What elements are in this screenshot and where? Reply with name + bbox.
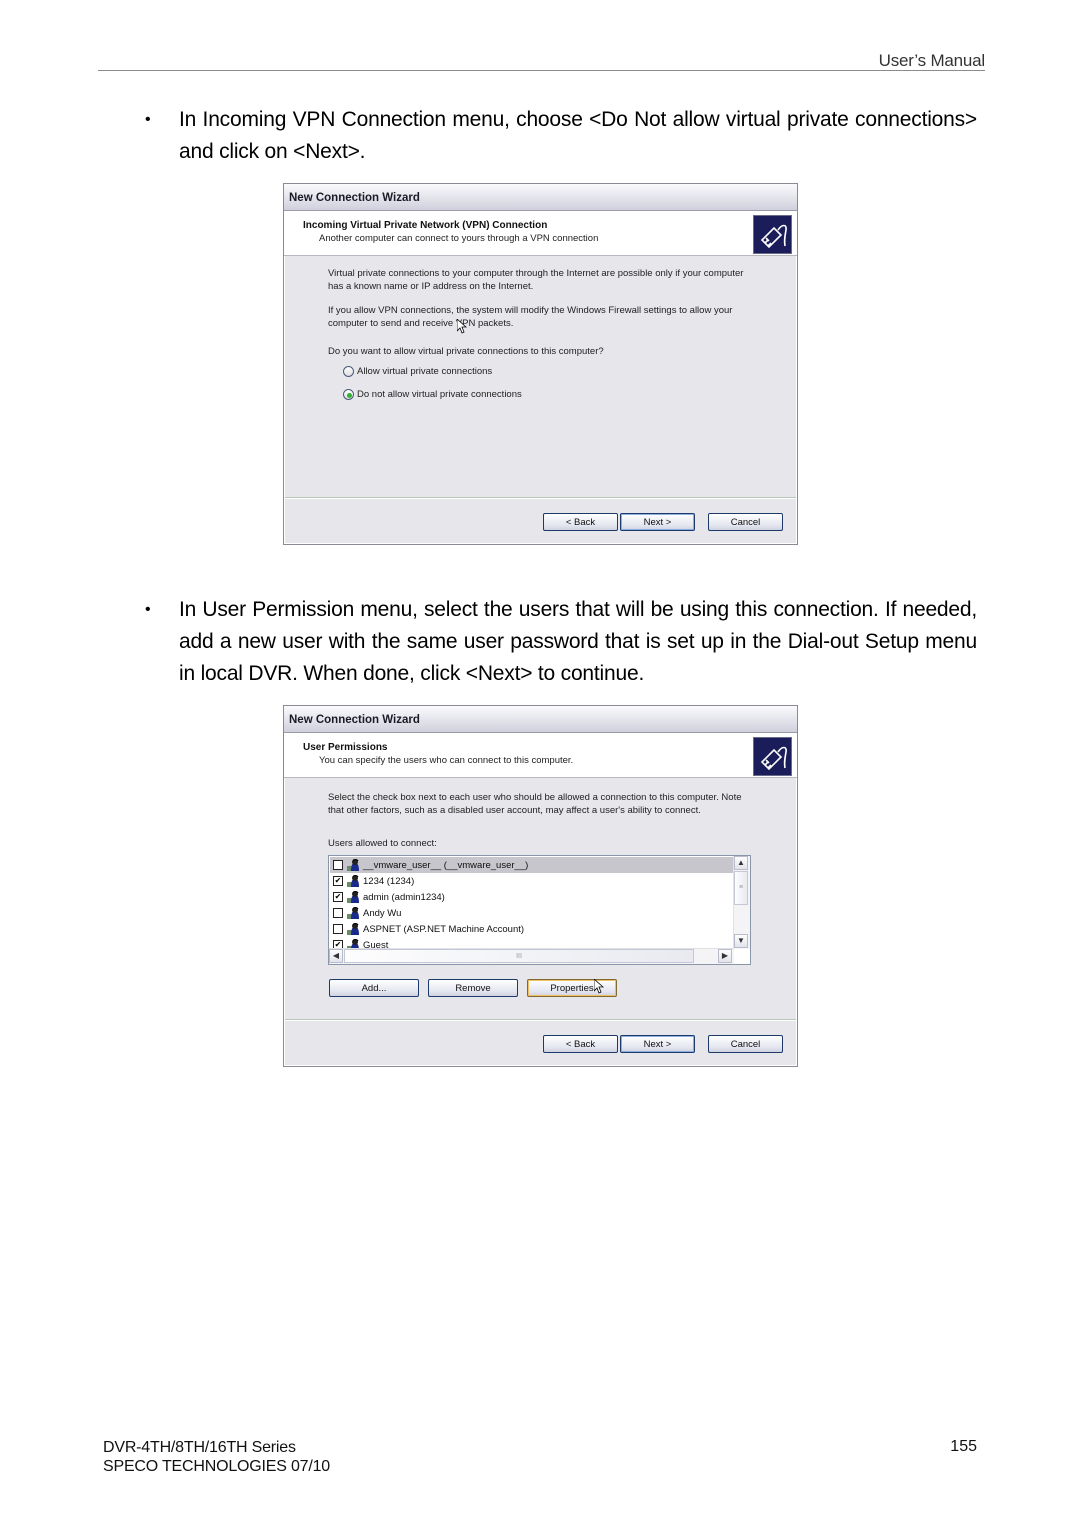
footer-divider: [285, 1019, 796, 1021]
radio-do-not-allow-vpn[interactable]: Do not allow virtual private connections: [343, 389, 522, 400]
scroll-down-button[interactable]: ▼: [734, 934, 748, 948]
wizard-step-subtitle: You can specify the users who can connec…: [319, 755, 574, 766]
user-list-item[interactable]: ASPNET (ASP.NET Machine Account): [330, 921, 734, 937]
radio-allow-vpn[interactable]: Allow virtual private connections: [343, 366, 492, 377]
instruction-text: In User Permission menu, select the user…: [179, 598, 977, 685]
checkbox-unchecked[interactable]: [333, 860, 343, 870]
user-name: __vmware_user__ (__vmware_user__): [363, 859, 529, 871]
bullet-icon: •: [145, 601, 151, 618]
bullet-icon: •: [145, 111, 151, 128]
horizontal-scrollbar[interactable]: ◀ III ▶: [329, 948, 734, 964]
user-account-icon: [346, 890, 360, 904]
radio-button-unselected[interactable]: [343, 366, 354, 377]
running-header-title: User’s Manual: [878, 51, 986, 70]
radio-label: Allow virtual private connections: [357, 366, 493, 377]
header-rule: [98, 70, 985, 71]
add-user-button[interactable]: Add...: [329, 979, 419, 997]
user-list-item[interactable]: __vmware_user__ (__vmware_user__): [330, 857, 734, 873]
wizard-header: User Permissions You can specify the use…: [284, 733, 797, 778]
back-button[interactable]: < Back: [543, 513, 618, 531]
checkbox-unchecked[interactable]: [333, 908, 343, 918]
horizontal-scroll-thumb[interactable]: III: [344, 949, 694, 963]
instruction-paragraph-users: • In User Permission menu, select the us…: [145, 594, 977, 690]
instruction-text: In Incoming VPN Connection menu, choose …: [179, 108, 977, 163]
vpn-connection-wizard-window: New Connection Wizard Incoming Virtual P…: [283, 183, 798, 545]
company-date: SPECO TECHNOLOGIES 07/10: [103, 1458, 330, 1475]
checkbox-unchecked[interactable]: [333, 924, 343, 934]
user-account-icon: [346, 922, 360, 936]
user-name: ASPNET (ASP.NET Machine Account): [363, 923, 525, 935]
product-series: DVR-4TH/8TH/16TH Series: [103, 1439, 296, 1456]
instruction-paragraph-vpn: • In Incoming VPN Connection menu, choos…: [145, 104, 977, 168]
question-text: Do you want to allow virtual private con…: [328, 346, 604, 357]
mouse-cursor-icon: [457, 319, 467, 334]
info-text-1: Virtual private connections to your comp…: [328, 268, 744, 292]
cancel-button[interactable]: Cancel: [708, 513, 783, 531]
wizard-step-subtitle: Another computer can connect to yours th…: [319, 233, 599, 244]
users-list-label: Users allowed to connect:: [328, 838, 437, 849]
user-account-icon: [346, 906, 360, 920]
footer-divider: [285, 497, 796, 499]
scroll-left-button[interactable]: ◀: [329, 949, 343, 963]
checkbox-checked[interactable]: [333, 876, 343, 886]
wizard-step-title: User Permissions: [303, 742, 388, 753]
page-number: 155: [950, 1438, 977, 1455]
user-name: Andy Wu: [363, 907, 402, 919]
user-list-item[interactable]: Andy Wu: [330, 905, 734, 921]
scroll-right-button[interactable]: ▶: [718, 949, 732, 963]
vertical-scroll-thumb[interactable]: ≡: [734, 871, 748, 905]
window-title: New Connection Wizard: [284, 184, 797, 211]
user-account-icon: [346, 858, 360, 872]
user-name: 1234 (1234): [363, 875, 415, 887]
next-button[interactable]: Next >: [620, 513, 695, 531]
radio-button-selected[interactable]: [343, 389, 354, 400]
next-button[interactable]: Next >: [620, 1035, 695, 1053]
users-list[interactable]: __vmware_user__ (__vmware_user__) 1234 (1…: [328, 855, 751, 965]
remove-user-button[interactable]: Remove: [428, 979, 518, 997]
user-name: admin (admin1234): [363, 891, 445, 903]
user-list-item[interactable]: 1234 (1234): [330, 873, 734, 889]
vertical-scrollbar[interactable]: ▲ ≡ ▼: [733, 856, 750, 949]
cancel-button[interactable]: Cancel: [708, 1035, 783, 1053]
page-footer: DVR-4TH/8TH/16TH Series SPECO TECHNOLOGI…: [103, 1438, 330, 1476]
user-permissions-wizard-window: New Connection Wizard User Permissions Y…: [283, 705, 798, 1067]
user-list-item[interactable]: admin (admin1234): [330, 889, 734, 905]
radio-label: Do not allow virtual private connections: [357, 389, 522, 400]
checkbox-checked[interactable]: [333, 892, 343, 902]
network-cable-icon: [753, 215, 792, 254]
user-account-icon: [346, 874, 360, 888]
mouse-cursor-icon: [594, 979, 604, 994]
wizard-header: Incoming Virtual Private Network (VPN) C…: [284, 211, 797, 256]
wizard-step-title: Incoming Virtual Private Network (VPN) C…: [303, 220, 548, 231]
info-text-2: If you allow VPN connections, the system…: [328, 305, 733, 329]
window-title: New Connection Wizard: [284, 706, 797, 733]
network-cable-icon: [753, 737, 792, 776]
scroll-up-button[interactable]: ▲: [734, 856, 748, 870]
back-button[interactable]: < Back: [543, 1035, 618, 1053]
info-text: Select the check box next to each user w…: [328, 792, 742, 816]
